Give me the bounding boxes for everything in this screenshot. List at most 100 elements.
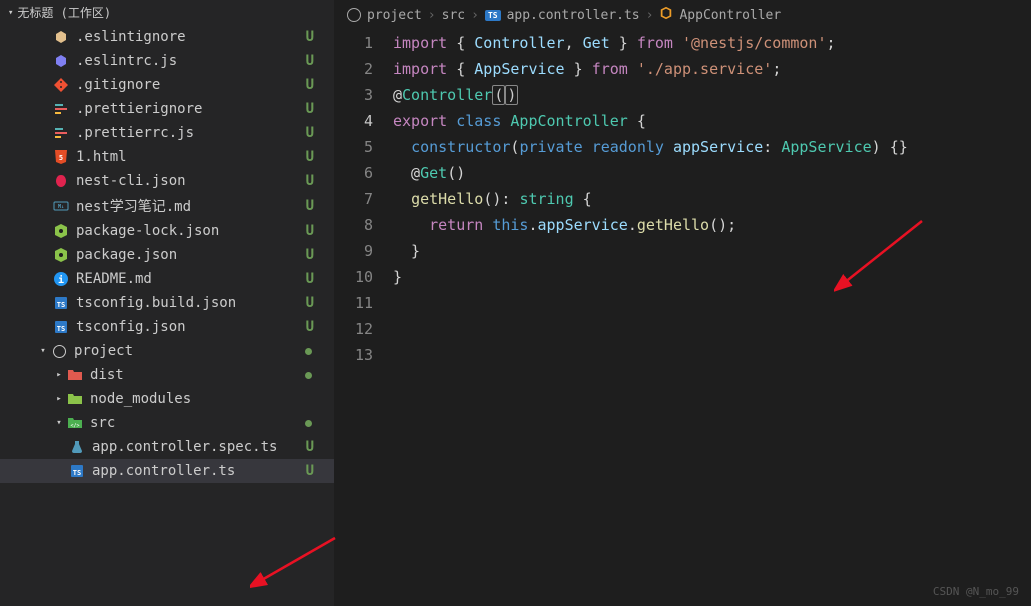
workspace-header[interactable]: ▾ 无标题 (工作区) xyxy=(0,0,334,25)
ts-file-icon: TS xyxy=(485,10,501,21)
breadcrumb-part[interactable]: app.controller.ts xyxy=(507,8,640,23)
code-line[interactable]: export class AppController { xyxy=(393,108,1031,134)
git-status: U xyxy=(306,271,326,287)
file-item[interactable]: .prettierrc.jsU xyxy=(0,121,334,145)
folder-item[interactable]: ▾ </> src xyxy=(0,411,334,435)
file-label: dist xyxy=(90,367,305,383)
file-item[interactable]: i README.mdU xyxy=(0,267,334,291)
file-icon xyxy=(52,246,70,264)
class-icon xyxy=(659,6,673,24)
breadcrumb-part[interactable]: project xyxy=(367,8,422,23)
modified-dot-icon xyxy=(305,372,312,379)
chevron-right-icon: › xyxy=(471,8,479,23)
code-line[interactable]: @Get() xyxy=(393,160,1031,186)
folder-item[interactable]: ▸ dist xyxy=(0,363,334,387)
file-icon xyxy=(66,366,84,384)
file-icon: TS xyxy=(52,294,70,312)
git-status: U xyxy=(306,319,326,335)
git-status: U xyxy=(306,439,326,455)
file-item[interactable]: M↓ nest学习笔记.mdU xyxy=(0,193,334,219)
file-icon: i xyxy=(52,270,70,288)
file-label: package-lock.json xyxy=(76,223,306,239)
file-icon xyxy=(52,76,70,94)
editor-pane: project › src › TS app.controller.ts › A… xyxy=(335,0,1031,606)
file-icon xyxy=(52,28,70,46)
breadcrumb[interactable]: project › src › TS app.controller.ts › A… xyxy=(335,0,1031,30)
svg-text:TS: TS xyxy=(57,325,65,333)
file-label: .eslintignore xyxy=(76,29,306,45)
code-line[interactable]: constructor(private readonly appService:… xyxy=(393,134,1031,160)
modified-dot-icon xyxy=(305,348,312,355)
file-item[interactable]: TS app.controller.tsU xyxy=(0,459,334,483)
file-icon: TS xyxy=(68,462,86,480)
line-gutter: 12345678910111213 xyxy=(335,30,393,606)
file-label: .eslintrc.js xyxy=(76,53,306,69)
svg-text:</>: </> xyxy=(70,423,79,429)
file-label: src xyxy=(90,415,305,431)
git-status: U xyxy=(306,125,326,141)
file-item[interactable]: package.jsonU xyxy=(0,243,334,267)
chevron-right-icon: › xyxy=(428,8,436,23)
workspace-title: 无标题 (工作区) xyxy=(17,4,111,21)
file-item[interactable]: 5 1.htmlU xyxy=(0,145,334,169)
file-label: app.controller.spec.ts xyxy=(92,439,306,455)
file-icon: TS xyxy=(52,318,70,336)
file-item[interactable]: nest-cli.jsonU xyxy=(0,169,334,193)
modified-dot-icon xyxy=(305,420,312,427)
file-item[interactable]: .gitignoreU xyxy=(0,73,334,97)
code-editor[interactable]: 12345678910111213 import { Controller, G… xyxy=(335,30,1031,606)
file-icon xyxy=(50,342,68,360)
file-icon xyxy=(52,172,70,190)
file-label: .gitignore xyxy=(76,77,306,93)
file-item[interactable]: TS tsconfig.build.jsonU xyxy=(0,291,334,315)
file-item[interactable]: app.controller.spec.tsU xyxy=(0,435,334,459)
breadcrumb-part[interactable]: AppController xyxy=(679,8,781,23)
file-label: .prettierignore xyxy=(76,101,306,117)
svg-text:5: 5 xyxy=(59,154,63,162)
file-explorer[interactable]: ▾ 无标题 (工作区) .eslintignoreU.eslintrc.jsU.… xyxy=(0,0,335,606)
file-label: package.json xyxy=(76,247,306,263)
git-status: U xyxy=(306,463,326,479)
git-status: U xyxy=(306,53,326,69)
git-status: U xyxy=(306,29,326,45)
chevron-icon: ▸ xyxy=(52,370,66,380)
file-item[interactable]: package-lock.jsonU xyxy=(0,219,334,243)
breadcrumb-part[interactable]: src xyxy=(442,8,465,23)
file-label: 1.html xyxy=(76,149,306,165)
code-line[interactable]: import { Controller, Get } from '@nestjs… xyxy=(393,30,1031,56)
code-line[interactable]: return this.appService.getHello(); xyxy=(393,212,1031,238)
svg-text:TS: TS xyxy=(73,469,81,477)
file-item[interactable]: .prettierignoreU xyxy=(0,97,334,121)
file-label: nest学习笔记.md xyxy=(76,196,306,216)
file-icon: </> xyxy=(66,414,84,432)
code-line[interactable]: getHello(): string { xyxy=(393,186,1031,212)
code-line[interactable]: import { AppService } from './app.servic… xyxy=(393,56,1031,82)
code-line[interactable]: } xyxy=(393,264,1031,290)
file-label: tsconfig.build.json xyxy=(76,295,306,311)
file-item[interactable]: TS tsconfig.jsonU xyxy=(0,315,334,339)
git-status: U xyxy=(306,149,326,165)
chevron-icon: ▾ xyxy=(52,418,66,428)
file-item[interactable]: .eslintignoreU xyxy=(0,25,334,49)
file-item[interactable]: .eslintrc.jsU xyxy=(0,49,334,73)
file-icon xyxy=(52,100,70,118)
file-icon xyxy=(66,390,84,408)
file-label: README.md xyxy=(76,271,306,287)
file-label: nest-cli.json xyxy=(76,173,306,189)
code-line[interactable]: } xyxy=(393,238,1031,264)
svg-text:i: i xyxy=(58,274,64,286)
file-icon: M↓ xyxy=(52,197,70,215)
folder-project[interactable]: ▾project xyxy=(0,339,334,363)
folder-item[interactable]: ▸node_modules xyxy=(0,387,334,411)
git-status: U xyxy=(306,295,326,311)
code-line[interactable]: @Controller() xyxy=(393,82,1031,108)
svg-text:TS: TS xyxy=(57,301,65,309)
file-label: node_modules xyxy=(90,391,326,407)
file-label: .prettierrc.js xyxy=(76,125,306,141)
file-label: tsconfig.json xyxy=(76,319,306,335)
git-status: U xyxy=(306,77,326,93)
file-label: app.controller.ts xyxy=(92,463,306,479)
chevron-right-icon: › xyxy=(646,8,654,23)
code-content[interactable]: import { Controller, Get } from '@nestjs… xyxy=(393,30,1031,606)
git-status: U xyxy=(306,198,326,214)
